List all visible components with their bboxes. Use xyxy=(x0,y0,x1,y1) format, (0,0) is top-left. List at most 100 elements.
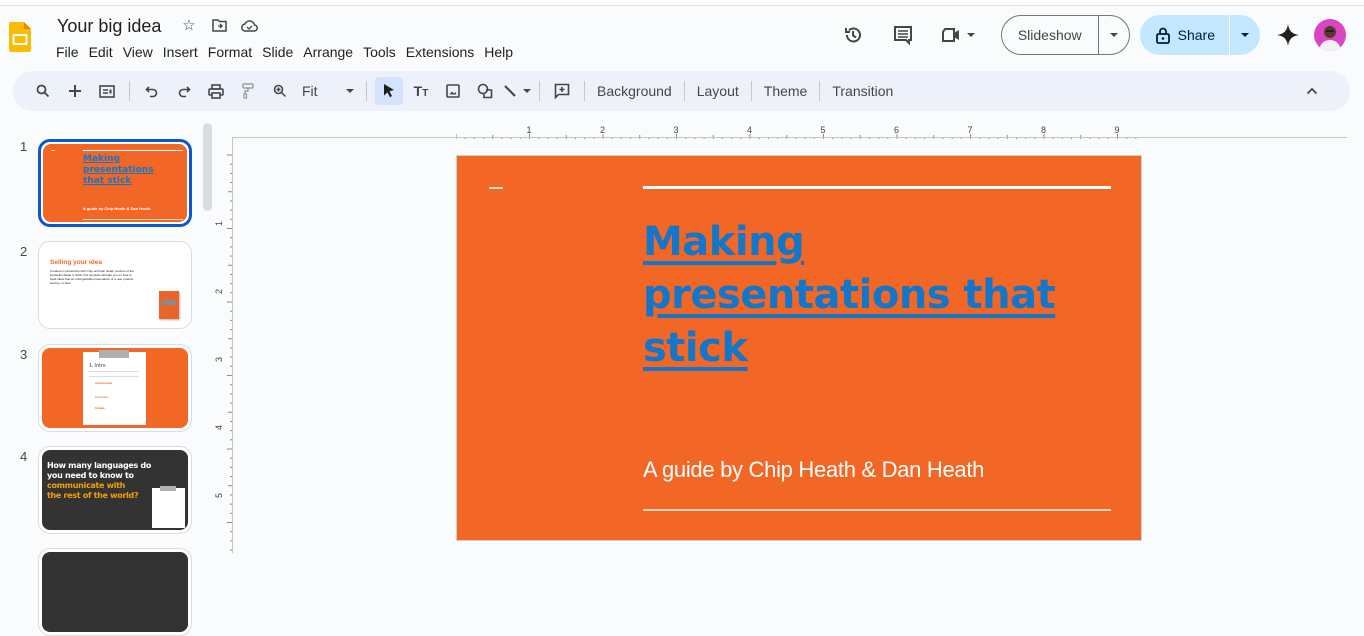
thumbnail-title: How many languages do you need to know t… xyxy=(47,461,152,500)
ruler-baseline xyxy=(232,137,233,553)
slide-thumbnail-3[interactable]: 1. Intro Unexpected Concrete Simple xyxy=(38,344,192,432)
ruler-label: 7 xyxy=(968,125,973,135)
document-title[interactable]: Your big idea xyxy=(57,16,161,37)
search-menus-button[interactable] xyxy=(29,77,57,105)
toolbar-divider xyxy=(539,81,540,101)
thumbnail-title: Selling your idea xyxy=(50,259,103,266)
slideshow-button[interactable]: Slideshow xyxy=(1002,16,1099,54)
plus-icon xyxy=(69,85,81,97)
slide-canvas[interactable]: Making presentations that stick A guide … xyxy=(456,155,1142,541)
filmstrip-scrollbar[interactable] xyxy=(203,123,212,211)
line-tool-button[interactable] xyxy=(503,77,531,105)
hide-menus-button[interactable] xyxy=(1298,77,1326,105)
add-comment-icon xyxy=(554,83,570,99)
chevron-up-icon xyxy=(1306,87,1318,95)
slide-thumbnail-1[interactable]: Making presentations that stick A guide … xyxy=(38,139,192,227)
redo-button[interactable] xyxy=(170,77,198,105)
thumbnail-item: Unexpected xyxy=(95,381,113,385)
ruler-label: 2 xyxy=(600,125,605,135)
zoom-in-icon xyxy=(273,84,287,98)
user-avatar[interactable] xyxy=(1314,19,1346,51)
chevron-down-icon xyxy=(966,33,975,37)
star-icon[interactable]: ☆ xyxy=(180,16,198,34)
chevron-down-icon xyxy=(1109,33,1118,37)
layout-icon xyxy=(99,84,115,98)
menu-extensions[interactable]: Extensions xyxy=(401,42,479,62)
menu-slide[interactable]: Slide xyxy=(257,42,298,62)
slide-thumbnail-2[interactable]: Selling your idea Created in partnership… xyxy=(38,241,192,329)
line-icon xyxy=(504,85,516,97)
slides-logo-icon[interactable] xyxy=(9,22,31,52)
thumbnail-subtitle: A guide by Chip Heath & Dan Heath xyxy=(83,206,151,211)
share-options-dropdown[interactable] xyxy=(1230,33,1260,37)
toolbar-divider xyxy=(683,81,685,101)
toolbar-divider xyxy=(584,81,585,101)
layout-button[interactable]: Layout xyxy=(691,83,745,99)
zoom-select[interactable]: Fit xyxy=(298,77,358,105)
menu-file[interactable]: File xyxy=(51,42,84,62)
slide-thumbnail-5[interactable] xyxy=(38,548,192,636)
meet-button[interactable] xyxy=(935,17,981,53)
decorative-dash xyxy=(489,187,503,189)
theme-button[interactable]: Theme xyxy=(758,83,814,99)
background-button[interactable]: Background xyxy=(591,83,678,99)
lock-icon xyxy=(1155,27,1170,44)
slide-number: 2 xyxy=(20,244,28,259)
share-button-group: Share xyxy=(1139,15,1260,55)
undo-button[interactable] xyxy=(138,77,166,105)
thumbnail-body: Created in partnership with Chip and Dan… xyxy=(50,269,134,285)
redo-icon xyxy=(178,86,191,98)
toolbar-divider xyxy=(750,81,752,101)
insert-image-button[interactable] xyxy=(439,77,467,105)
ruler-baseline xyxy=(232,137,1347,138)
share-button[interactable]: Share xyxy=(1140,15,1230,55)
ruler-label: 3 xyxy=(674,125,679,135)
text-box-icon: TT xyxy=(413,83,429,99)
slide-thumbnail-4[interactable]: How many languages do you need to know t… xyxy=(38,446,192,534)
ruler-label: 1 xyxy=(527,125,532,135)
menu-insert[interactable]: Insert xyxy=(158,42,203,62)
menu-bar: File Edit View Insert Format Slide Arran… xyxy=(51,42,518,62)
slideshow-options-dropdown[interactable] xyxy=(1099,33,1129,37)
comments-icon[interactable] xyxy=(885,17,921,53)
slide-layout-button[interactable] xyxy=(93,77,121,105)
cloud-saved-icon[interactable] xyxy=(240,16,258,34)
ruler-label: 6 xyxy=(894,125,899,135)
top-divider-line xyxy=(643,186,1111,189)
menu-format[interactable]: Format xyxy=(203,42,257,62)
gemini-sparkle-icon[interactable] xyxy=(1276,23,1300,47)
ruler-label: 3 xyxy=(215,357,224,362)
version-history-icon[interactable] xyxy=(835,17,871,53)
slide-title[interactable]: Making presentations that stick xyxy=(643,216,1111,375)
paint-format-button[interactable] xyxy=(234,77,262,105)
thumbnail-title: 1. Intro xyxy=(89,363,106,369)
paper-card: 1. Intro Unexpected Concrete Simple xyxy=(83,350,146,425)
zoom-button[interactable] xyxy=(266,77,294,105)
book-cover-image xyxy=(159,291,179,319)
vertical-ruler: 1 2 3 4 5 xyxy=(215,154,232,551)
toolbar-divider xyxy=(819,81,821,101)
slide-number: 4 xyxy=(20,449,28,464)
ruler-label: 4 xyxy=(215,425,224,430)
slide-subtitle[interactable]: A guide by Chip Heath & Dan Heath xyxy=(643,457,984,483)
transition-button[interactable]: Transition xyxy=(826,83,899,99)
shape-button[interactable] xyxy=(471,77,499,105)
move-folder-icon[interactable] xyxy=(210,16,228,34)
print-button[interactable] xyxy=(202,77,230,105)
thumbnail-title: Making presentations that stick xyxy=(83,154,154,186)
cursor-arrow-icon xyxy=(384,84,394,98)
undo-icon xyxy=(145,86,158,98)
menu-help[interactable]: Help xyxy=(479,42,518,62)
new-slide-button[interactable] xyxy=(61,77,89,105)
slide-number: 1 xyxy=(20,139,28,154)
menu-view[interactable]: View xyxy=(118,42,158,62)
menu-tools[interactable]: Tools xyxy=(358,42,401,62)
search-icon xyxy=(36,84,50,98)
image-icon xyxy=(446,84,460,98)
select-tool-button[interactable] xyxy=(375,77,403,105)
text-box-button[interactable]: TT xyxy=(407,77,435,105)
add-comment-button[interactable] xyxy=(548,77,576,105)
menu-arrange[interactable]: Arrange xyxy=(298,42,358,62)
thumbnail-item: Simple xyxy=(95,406,105,410)
menu-edit[interactable]: Edit xyxy=(84,42,118,62)
